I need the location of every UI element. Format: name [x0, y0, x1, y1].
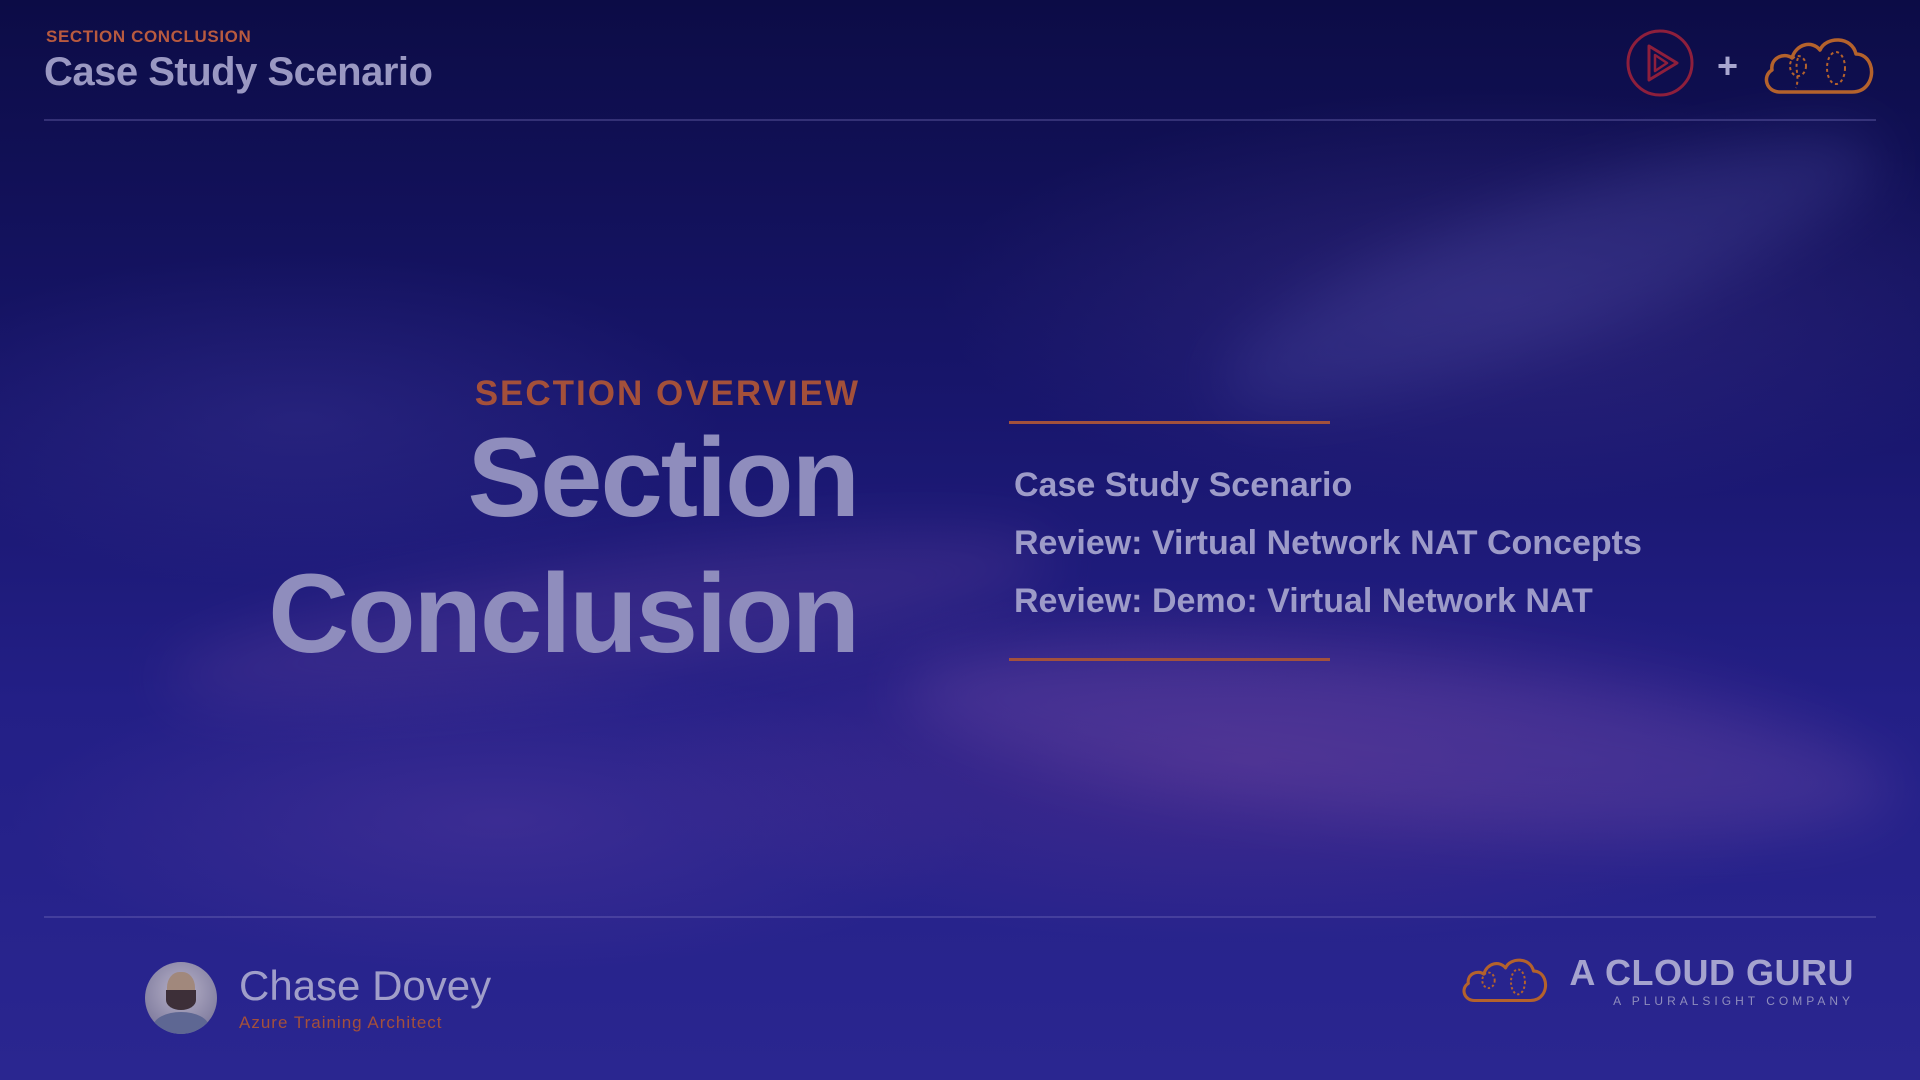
footer-divider — [44, 916, 1876, 918]
header-eyebrow: SECTION CONCLUSION — [46, 27, 252, 46]
topics-top-rule — [1009, 421, 1330, 424]
presenter: Chase Dovey Azure Training Architect — [145, 962, 491, 1034]
page-title: Case Study Scenario — [44, 50, 433, 94]
topic-list: Case Study Scenario Review: Virtual Netw… — [1014, 461, 1642, 635]
plus-sign: + — [1716, 44, 1738, 86]
presenter-role: Azure Training Architect — [239, 1013, 443, 1032]
presenter-name: Chase Dovey — [239, 962, 492, 1009]
topic-item: Review: Virtual Network NAT Concepts — [1014, 524, 1642, 562]
play-logo-icon — [1625, 28, 1695, 103]
topics-bottom-rule — [1009, 658, 1330, 661]
header-divider — [44, 119, 1876, 121]
topic-item: Review: Demo: Virtual Network NAT — [1014, 582, 1593, 620]
background-swirl — [1197, 84, 1903, 456]
section-title-line: Section — [467, 415, 860, 540]
cloud-guru-logo-icon — [1459, 950, 1549, 1011]
background-swirl — [894, 608, 1906, 872]
brand-logo: A CLOUD GURU A PLURALSIGHT COMPANY — [1459, 950, 1854, 1011]
section-title: Section Conclusion — [58, 410, 860, 682]
section-title-line: Conclusion — [268, 551, 860, 676]
header-logos: + — [1625, 28, 1876, 103]
cloud-guru-logo-icon — [1760, 28, 1876, 103]
section-overview-label: SECTION OVERVIEW — [474, 374, 860, 413]
topic-item: Case Study Scenario — [1014, 466, 1353, 504]
brand-name: A CLOUD GURU — [1569, 951, 1854, 993]
brand-tagline: A PLURALSIGHT COMPANY — [1613, 993, 1854, 1008]
avatar — [145, 962, 217, 1034]
